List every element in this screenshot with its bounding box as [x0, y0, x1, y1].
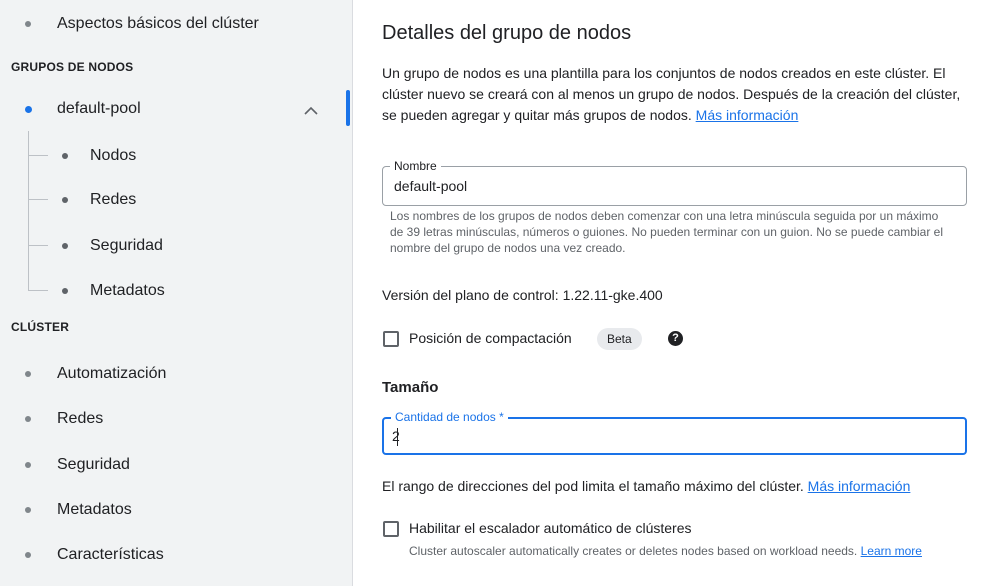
pod-range-text: El rango de direcciones del pod limita e… — [382, 478, 804, 494]
compact-placement-label[interactable]: Posición de compactación — [409, 330, 572, 346]
node-count-label: Cantidad de nodos * — [391, 410, 508, 424]
sidebar-item-automation[interactable]: Automatización — [0, 360, 352, 388]
bullet-icon — [25, 507, 31, 513]
sidebar-item-label: Características — [57, 546, 164, 563]
bullet-icon — [62, 243, 68, 249]
bullet-icon — [25, 371, 31, 377]
bullet-icon — [62, 288, 68, 294]
autoscaler-label[interactable]: Habilitar el escalador automático de clú… — [409, 520, 691, 536]
sidebar-item-label: Seguridad — [90, 237, 163, 254]
sidebar-item-label: Nodos — [90, 147, 137, 164]
sidebar-item-pool-security[interactable]: Seguridad — [0, 232, 352, 260]
bullet-icon — [25, 552, 31, 558]
size-section-title: Tamaño — [382, 379, 439, 396]
sidebar-item-networking[interactable]: Redes — [0, 405, 352, 433]
node-pool-description: Un grupo de nodos es una plantilla para … — [382, 63, 972, 126]
sidebar-item-label: default-pool — [57, 100, 141, 117]
sidebar-item-label: Seguridad — [57, 456, 130, 473]
learn-more-link[interactable]: Learn more — [861, 544, 922, 558]
sidebar-item-label: Metadatos — [90, 282, 165, 299]
sidebar-item-label: Automatización — [57, 365, 167, 382]
pod-range-more-info-link[interactable]: Más información — [808, 478, 911, 494]
sidebar-section-node-groups: GRUPOS DE NODOS — [11, 60, 134, 74]
bullet-icon — [62, 197, 68, 203]
beta-badge: Beta — [597, 328, 642, 350]
autoscaler-hint-text: Cluster autoscaler automatically creates… — [409, 544, 858, 558]
node-pool-details-panel: Detalles del grupo de nodos Un grupo de … — [353, 0, 989, 586]
sidebar-item-cluster-basics[interactable]: Aspectos básicos del clúster — [0, 10, 352, 38]
sidebar-item-default-pool[interactable]: default-pool — [0, 91, 352, 127]
chevron-up-icon[interactable] — [304, 104, 318, 118]
bullet-icon — [25, 462, 31, 468]
name-field[interactable]: Nombre default-pool — [382, 159, 967, 206]
sidebar-item-security[interactable]: Seguridad — [0, 451, 352, 479]
name-field-value[interactable]: default-pool — [394, 178, 467, 194]
sidebar-item-label: Aspectos básicos del clúster — [57, 15, 259, 32]
node-count-value[interactable]: 2 — [392, 428, 400, 444]
bullet-icon — [25, 416, 31, 422]
sidebar-item-label: Metadatos — [57, 501, 132, 518]
page-title: Detalles del grupo de nodos — [382, 22, 632, 44]
pod-range-info: El rango de direcciones del pod limita e… — [382, 478, 910, 494]
sidebar-item-features[interactable]: Características — [0, 541, 352, 569]
text-cursor — [397, 428, 398, 446]
bullet-icon — [25, 106, 32, 113]
sidebar-item-pool-metadata[interactable]: Metadatos — [0, 277, 352, 305]
name-field-label: Nombre — [390, 159, 441, 173]
autoscaler-hint: Cluster autoscaler automatically creates… — [409, 542, 969, 560]
bullet-icon — [62, 153, 68, 159]
active-indicator — [346, 90, 350, 126]
sidebar-nav: Aspectos básicos del clúster GRUPOS DE N… — [0, 0, 353, 586]
sidebar-item-pool-networking[interactable]: Redes — [0, 186, 352, 214]
help-icon[interactable]: ? — [668, 331, 683, 346]
control-plane-version: Versión del plano de control: 1.22.11-gk… — [382, 287, 663, 303]
description-text: Un grupo de nodos es una plantilla para … — [382, 65, 961, 123]
sidebar-item-metadata[interactable]: Metadatos — [0, 496, 352, 524]
bullet-icon — [25, 21, 31, 27]
node-count-input[interactable]: Cantidad de nodos * 2 — [382, 410, 967, 455]
sidebar-section-cluster: CLÚSTER — [11, 320, 70, 334]
compact-placement-checkbox[interactable] — [383, 331, 399, 347]
sidebar-item-label: Redes — [90, 191, 137, 208]
more-info-link[interactable]: Más información — [696, 107, 799, 123]
sidebar-item-nodes[interactable]: Nodos — [0, 142, 352, 170]
autoscaler-checkbox[interactable] — [383, 521, 399, 537]
sidebar-item-label: Redes — [57, 410, 104, 427]
name-field-hint: Los nombres de los grupos de nodos deben… — [390, 209, 943, 255]
